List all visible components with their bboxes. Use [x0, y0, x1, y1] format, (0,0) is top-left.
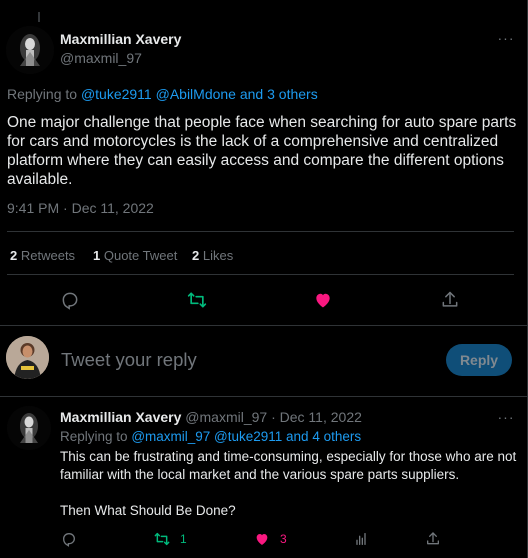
likes-stat[interactable]: 2 Likes [192, 248, 233, 263]
current-user-avatar[interactable] [6, 336, 49, 379]
more-options-icon[interactable]: ··· [496, 409, 516, 425]
divider [7, 274, 514, 275]
reply-paragraph: Then What Should Be Done? [60, 503, 236, 518]
reply-text: This can be frustrating and time-consumi… [60, 448, 520, 520]
likes-count: 2 [192, 248, 200, 263]
more-options-icon[interactable]: ··· [496, 30, 516, 46]
reply-paragraph: This can be frustrating and time-consumi… [60, 449, 517, 482]
retweet-icon[interactable] [185, 288, 209, 312]
author-avatar[interactable] [6, 26, 54, 74]
tweet-text: One major challenge that people face whe… [7, 114, 517, 188]
tweet-detail-panel: Maxmillian Xavery @maxmil_97 ··· Replyin… [0, 0, 528, 558]
reply-replying-to: Replying to @maxmil_97 @tuke2911 and 4 o… [60, 429, 361, 444]
quotes-label: Quote Tweet [103, 248, 178, 263]
retweets-label: Retweets [20, 248, 76, 263]
tweet-timestamp[interactable]: 9:41 PM · Dec 11, 2022 [7, 200, 154, 216]
divider [7, 231, 514, 232]
retweets-stat[interactable]: 2 Retweets [10, 248, 75, 263]
tweet-actions [0, 288, 528, 312]
replying-to-users[interactable]: @tuke2911 @AbilMdone and 3 others [81, 86, 318, 102]
quote-tweets-stat[interactable]: 1 Quote Tweet [93, 248, 177, 263]
divider [0, 396, 528, 397]
author-name[interactable]: Maxmillian Xavery [60, 31, 181, 47]
like-icon[interactable]: 3 [254, 530, 287, 548]
author-handle[interactable]: @maxmil_97 [60, 50, 142, 66]
likes-label: Likes [202, 248, 234, 263]
retweets-count: 2 [10, 248, 18, 263]
reply-author-name[interactable]: Maxmillian Xavery [60, 409, 181, 425]
thread-line [38, 12, 40, 22]
replying-prefix: Replying to [60, 429, 128, 444]
reply-date[interactable]: · Dec 11, 2022 [271, 409, 362, 425]
quotes-count: 1 [93, 248, 101, 263]
like-count: 3 [280, 532, 287, 546]
replying-to-users[interactable]: @maxmil_97 @tuke2911 and 4 others [131, 429, 361, 444]
divider [0, 325, 528, 326]
reply-author-avatar[interactable] [7, 406, 51, 450]
reply-button[interactable]: Reply [446, 344, 512, 376]
reply-composer: Tweet your reply Reply [0, 330, 528, 390]
like-icon[interactable] [311, 288, 335, 312]
replying-to: Replying to @tuke2911 @AbilMdone and 3 o… [7, 86, 318, 102]
reply-icon[interactable] [61, 530, 77, 548]
reply-author-handle[interactable]: @maxmil_97 [185, 409, 267, 425]
reply-icon[interactable] [58, 288, 82, 312]
share-icon[interactable] [425, 530, 441, 548]
reply-tweet[interactable]: Maxmillian Xavery @maxmil_97 · Dec 11, 2… [0, 400, 528, 558]
retweet-count: 1 [180, 532, 187, 546]
share-icon[interactable] [438, 288, 462, 312]
reply-actions: 1 3 [0, 530, 528, 550]
reply-header: Maxmillian Xavery @maxmil_97 · Dec 11, 2… [60, 409, 362, 425]
retweet-icon[interactable]: 1 [154, 530, 187, 548]
analytics-icon[interactable] [353, 530, 369, 548]
replying-prefix: Replying to [7, 86, 78, 102]
reply-input[interactable]: Tweet your reply [61, 349, 197, 371]
